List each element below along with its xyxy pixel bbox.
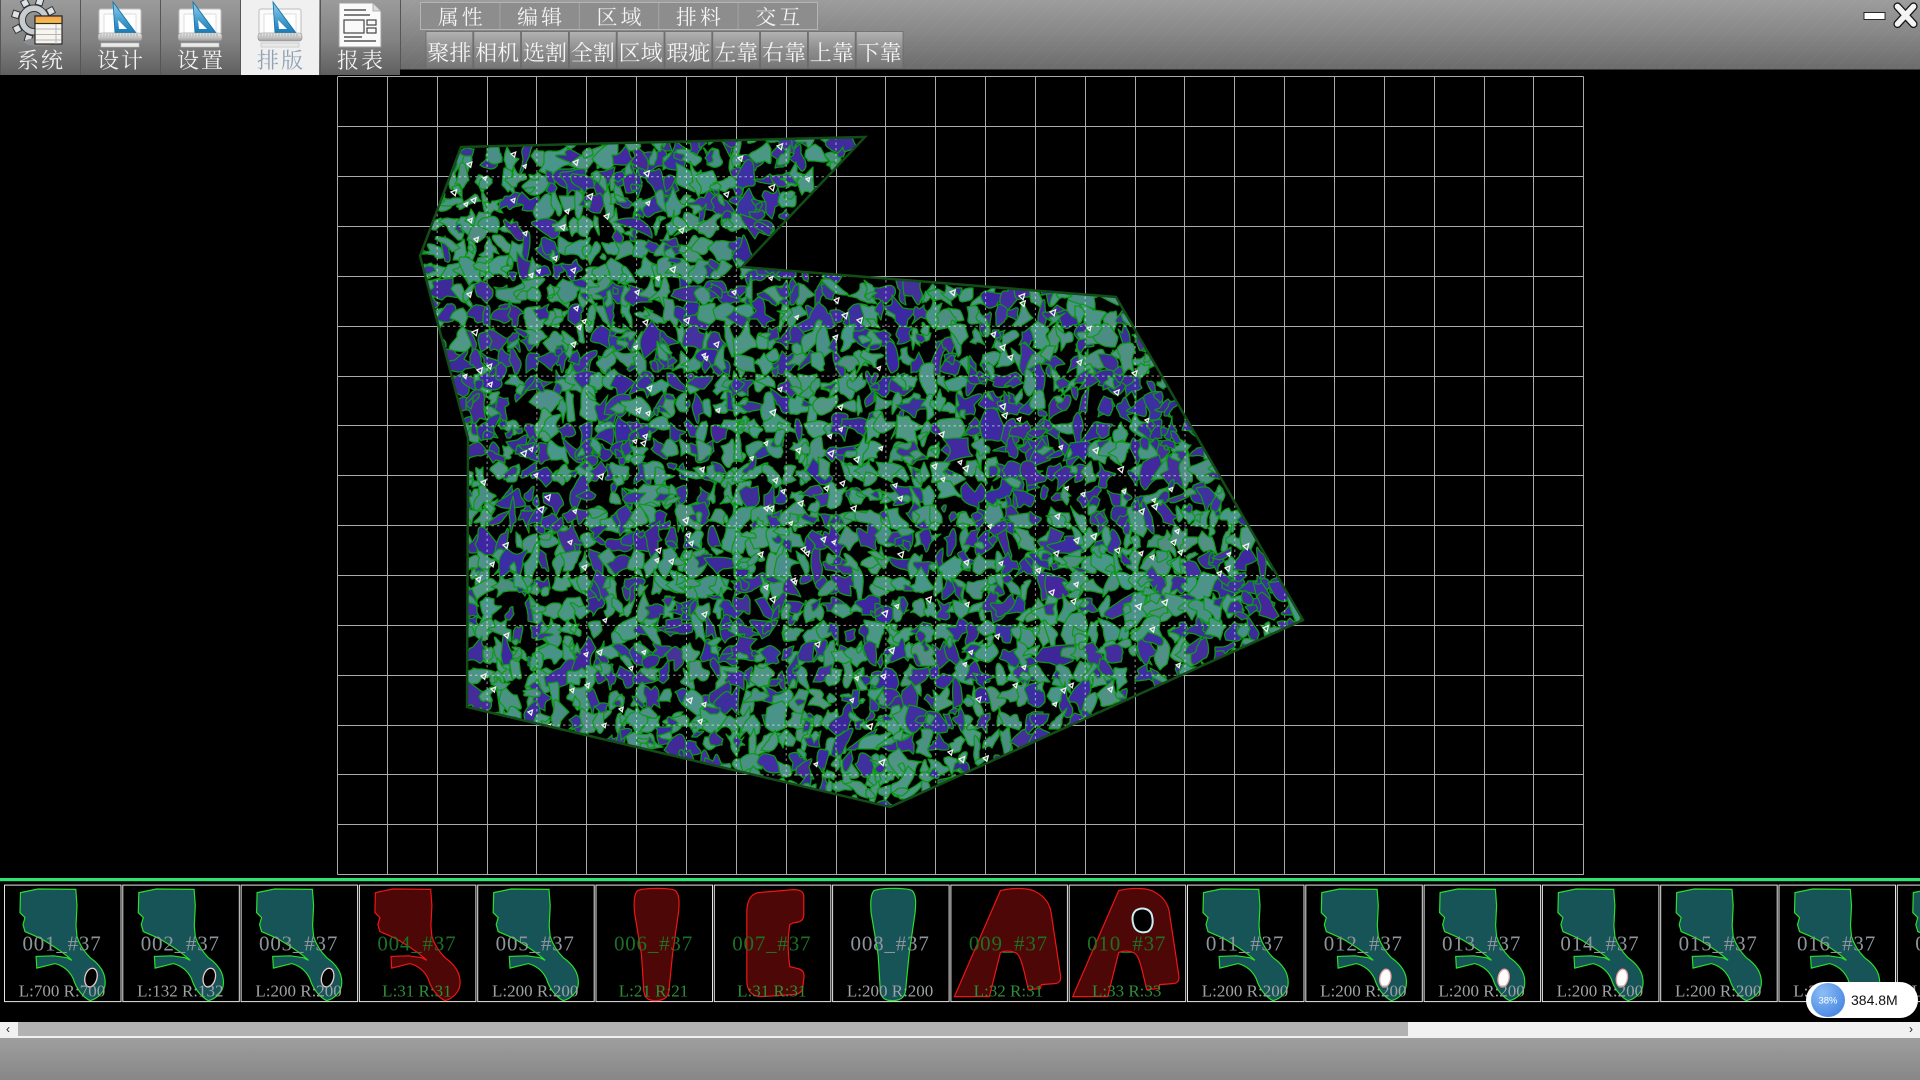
svg-text:003_#37: 003_#37	[259, 932, 338, 956]
svg-text:L:700 R:700: L:700 R:700	[19, 982, 105, 1001]
svg-text:L:31 R:31: L:31 R:31	[737, 982, 806, 1001]
svg-text:L:200 R:200: L:200 R:200	[1557, 982, 1643, 1001]
svg-text:015_#37: 015_#37	[1679, 932, 1758, 956]
svg-text:L:200 R:200: L:200 R:200	[847, 982, 933, 1001]
svg-text:004_#37: 004_#37	[377, 932, 456, 956]
svg-text:L:200 R:200: L:200 R:200	[255, 982, 341, 1001]
svg-text:L:200 R:200: L:200 R:200	[492, 982, 578, 1001]
svg-text:008_#37: 008_#37	[851, 932, 930, 956]
svg-text:L:21 R:21: L:21 R:21	[619, 982, 688, 1001]
svg-text:002_#37: 002_#37	[141, 932, 220, 956]
svg-text:011_#37: 011_#37	[1206, 932, 1284, 956]
svg-text:009_#37: 009_#37	[969, 932, 1048, 956]
svg-text:384.8M: 384.8M	[1851, 992, 1898, 1008]
svg-text:›: ›	[1909, 1022, 1913, 1036]
svg-text:010_#37: 010_#37	[1087, 932, 1166, 956]
svg-text:013_#37: 013_#37	[1442, 932, 1521, 956]
svg-text:017_#37: 017_#37	[1915, 932, 1920, 956]
svg-text:L:200 R:200: L:200 R:200	[1675, 982, 1761, 1001]
svg-text:012_#37: 012_#37	[1324, 932, 1403, 956]
svg-text:016_#37: 016_#37	[1797, 932, 1876, 956]
svg-text:38%: 38%	[1818, 996, 1838, 1007]
svg-text:014_#37: 014_#37	[1560, 932, 1639, 956]
svg-text:L:33 R:33: L:33 R:33	[1092, 982, 1161, 1001]
svg-text:005_#37: 005_#37	[496, 932, 575, 956]
svg-text:006_#37: 006_#37	[614, 932, 693, 956]
svg-text:L:200 R:200: L:200 R:200	[1202, 982, 1288, 1001]
svg-text:L:200 R:200: L:200 R:200	[1438, 982, 1524, 1001]
svg-text:L:32 R:31: L:32 R:31	[974, 982, 1043, 1001]
svg-text:L:132 R:132: L:132 R:132	[137, 982, 223, 1001]
svg-text:001_#37: 001_#37	[22, 932, 101, 956]
svg-text:‹: ‹	[6, 1022, 10, 1036]
svg-text:L:200 R:200: L:200 R:200	[1320, 982, 1406, 1001]
svg-text:L:31 R:31: L:31 R:31	[382, 982, 451, 1001]
svg-text:007_#37: 007_#37	[732, 932, 811, 956]
